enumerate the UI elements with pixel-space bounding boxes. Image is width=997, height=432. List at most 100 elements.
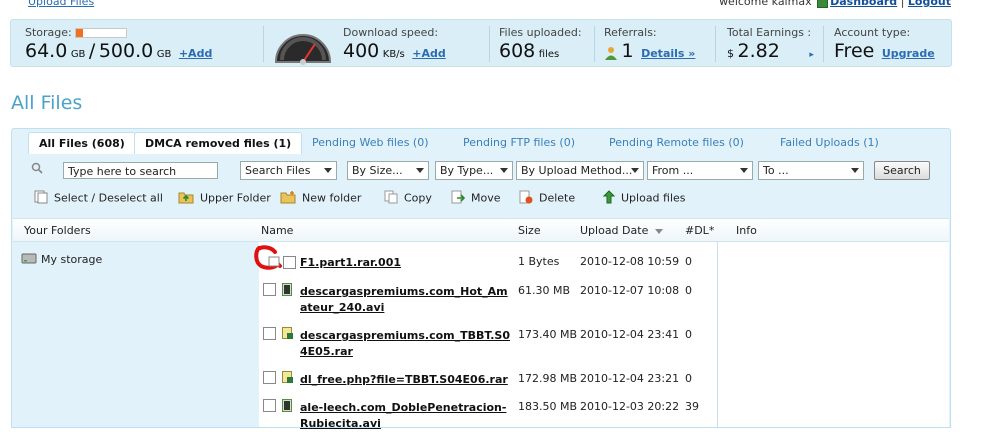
search-files-select[interactable]: Search Files (240, 161, 337, 180)
video-file-icon (282, 399, 292, 412)
video-file-icon (282, 283, 292, 296)
page-title: All Files (11, 92, 83, 114)
upload-files-label: Upload files (621, 191, 686, 205)
download-add-link[interactable]: +Add (412, 47, 445, 60)
size-filter-select-value: By Size... (352, 164, 403, 177)
col-upload-date[interactable]: Upload Date (580, 224, 663, 237)
search-files-select-value: Search Files (245, 164, 311, 177)
file-name-link[interactable]: descargaspremiums.com_TBBT.S04E05.rar (300, 328, 512, 360)
info-column-area (718, 242, 949, 427)
folder-item-my-storage[interactable]: My storage (21, 252, 102, 268)
speed-gauge-icon (273, 20, 333, 66)
select-all-action[interactable]: Select / Deselect all (34, 190, 163, 207)
file-downloads: 0 (685, 372, 692, 385)
earnings-currency: $ (727, 47, 734, 60)
date-from-select[interactable]: From ... (647, 161, 753, 180)
delete-icon (519, 190, 533, 207)
table-row[interactable]: descargaspremiums.com_Hot_Amateur_240.av… (259, 281, 717, 319)
storage-usage-fill (76, 29, 83, 37)
file-size: 61.30 MB (518, 284, 571, 297)
file-size: 172.98 MB (518, 372, 578, 385)
search-input[interactable]: Type here to search (63, 162, 218, 179)
type-filter-select[interactable]: By Type... (435, 161, 513, 180)
storage-total-unit: GB (156, 49, 172, 60)
tab-pending-web[interactable]: Pending Web files (0) (302, 132, 439, 154)
account-type-label: Account type: (834, 26, 911, 39)
upload-files-action[interactable]: Upload files (602, 190, 686, 207)
col-name[interactable]: Name (261, 224, 293, 237)
file-size: 1 Bytes (518, 255, 560, 268)
storage-stat: Storage: 64.0 GB / 500.0 GB +Add (25, 20, 265, 66)
size-filter-select[interactable]: By Size... (347, 161, 429, 180)
row-checkbox[interactable] (263, 399, 276, 412)
dashboard-link[interactable]: Dashboard (830, 0, 897, 8)
earnings-arrow-icon[interactable]: ▸ (809, 50, 814, 60)
chevron-down-icon (500, 168, 508, 173)
sort-desc-icon (654, 228, 663, 234)
upload-method-select[interactable]: By Upload Method... (516, 161, 644, 180)
file-name-link[interactable]: ale-leech.com_DoblePenetracion-Rubiecita… (300, 400, 512, 432)
tab-failed-uploads[interactable]: Failed Uploads (1) (770, 132, 889, 154)
storage-used-value: 64.0 (25, 40, 68, 62)
upload-files-link[interactable]: Upload Files (28, 0, 94, 8)
row-checkbox[interactable] (263, 283, 276, 296)
storage-drive-icon (21, 252, 37, 268)
delete-label: Delete (539, 191, 576, 205)
col-downloads[interactable]: #DL* (685, 224, 714, 237)
row-checkbox[interactable] (263, 327, 276, 340)
referrals-value: 1 (621, 40, 634, 62)
referrals-details-link[interactable]: Details » (641, 47, 695, 60)
move-action[interactable]: Move (451, 190, 501, 207)
table-row[interactable]: F1.part1.rar.001 1 Bytes 2010-12-08 10:5… (259, 254, 717, 274)
upgrade-link[interactable]: Upgrade (882, 47, 935, 60)
new-folder-icon (280, 190, 296, 207)
files-uploaded-unit: files (538, 49, 560, 60)
table-row[interactable]: ale-leech.com_DoblePenetracion-Rubiecita… (259, 397, 717, 430)
row-checkbox[interactable] (283, 256, 296, 269)
stats-divider (594, 26, 595, 62)
archive-file-icon (282, 327, 293, 339)
col-upload-date-label: Upload Date (580, 224, 649, 237)
upper-folder-action[interactable]: Upper Folder (178, 190, 271, 207)
date-to-select[interactable]: To ... (758, 161, 864, 180)
tab-pending-ftp[interactable]: Pending FTP files (0) (453, 132, 585, 154)
tab-dmca-removed[interactable]: DMCA removed files (1) (134, 132, 303, 155)
move-icon (451, 190, 466, 207)
welcome-text: welcome kalmax (719, 0, 812, 8)
upper-folder-icon (178, 190, 194, 207)
storage-add-link[interactable]: +Add (179, 47, 212, 60)
chevron-down-icon (631, 168, 639, 173)
download-speed-stat: Download speed: 400 KB/s +Add (343, 20, 493, 66)
toolbar: Type here to search Search Files By Size… (13, 154, 949, 216)
select-all-icon (34, 190, 48, 207)
file-name-link[interactable]: F1.part1.rar.001 (300, 255, 512, 271)
file-name-link[interactable]: dl_free.php?file=TBBT.S04E06.rar (300, 372, 512, 388)
earnings-stat: Total Earnings : $ 2.82 ▸ (727, 20, 827, 66)
tab-all-files[interactable]: All Files (608) (28, 132, 136, 155)
logout-link[interactable]: Logout (908, 0, 951, 8)
file-name-link[interactable]: descargaspremiums.com_Hot_Amateur_240.av… (300, 284, 512, 316)
tab-pending-remote[interactable]: Pending Remote files (0) (599, 132, 754, 154)
storage-slash: / (88, 40, 96, 62)
row-checkbox[interactable] (263, 371, 276, 384)
col-size[interactable]: Size (518, 224, 541, 237)
file-downloads: 0 (685, 328, 692, 341)
stats-divider (489, 26, 490, 62)
search-button[interactable]: Search (874, 161, 930, 180)
folder-item-label: My storage (41, 253, 103, 266)
file-downloads: 0 (685, 255, 692, 268)
new-folder-action[interactable]: New folder (280, 190, 361, 207)
upload-arrow-icon (602, 190, 616, 207)
delete-action[interactable]: Delete (519, 190, 575, 207)
file-list: F1.part1.rar.001 1 Bytes 2010-12-08 10:5… (254, 242, 718, 430)
file-size: 183.50 MB (518, 400, 578, 413)
table-row[interactable]: descargaspremiums.com_TBBT.S04E05.rar 17… (259, 325, 717, 363)
copy-action[interactable]: Copy (384, 190, 432, 207)
upper-folder-label: Upper Folder (200, 191, 271, 205)
upload-method-select-value: By Upload Method... (521, 164, 633, 177)
file-date: 2010-12-04 23:41 (580, 328, 680, 341)
table-row[interactable]: dl_free.php?file=TBBT.S04E06.rar 172.98 … (259, 369, 717, 391)
file-size: 173.40 MB (518, 328, 578, 341)
folder-tree: My storage (13, 242, 258, 427)
col-your-folders: Your Folders (24, 224, 91, 237)
